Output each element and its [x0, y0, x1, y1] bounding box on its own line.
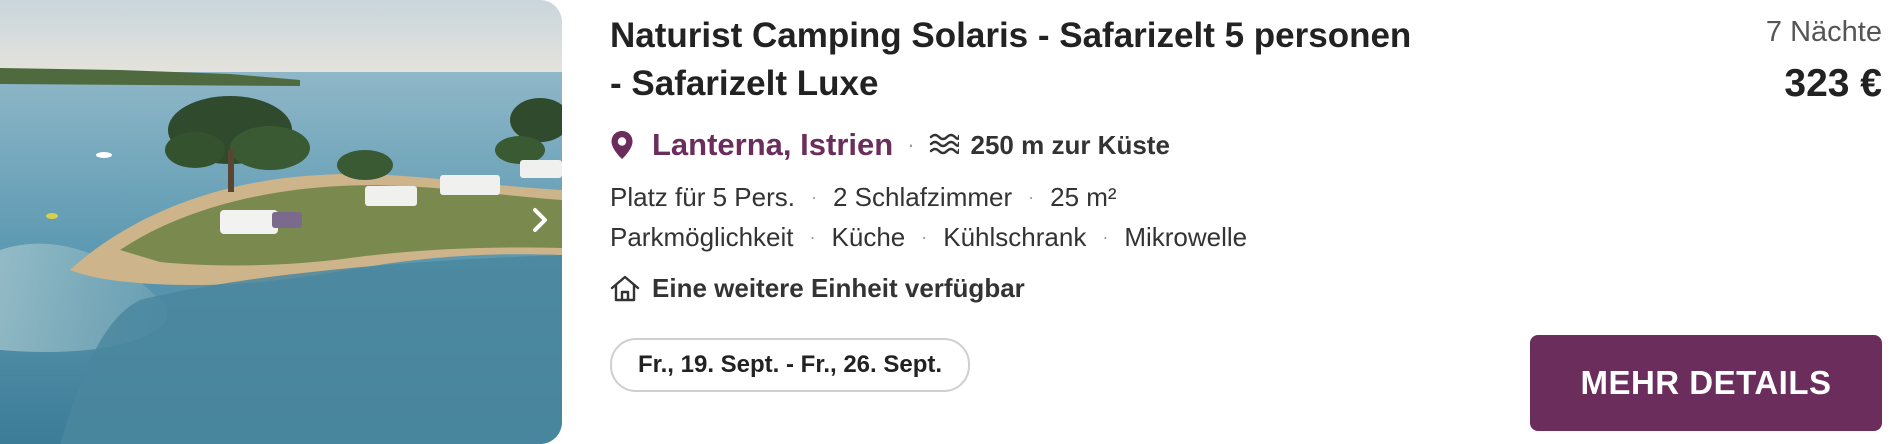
separator-dot: · — [907, 132, 915, 157]
location-row: Lanterna, Istrien · 250 m zur Küste — [610, 122, 1170, 168]
location-name[interactable]: Lanterna, Istrien — [652, 127, 893, 163]
separator-dot: · — [809, 226, 816, 247]
capacity: Platz für 5 Pers. — [610, 181, 795, 212]
amenity-fridge: Kühlschrank — [943, 221, 1087, 252]
chevron-right-icon — [533, 208, 547, 232]
photo-next-button[interactable] — [520, 200, 560, 240]
waves-icon — [929, 130, 961, 160]
bedrooms: 2 Schlafzimmer — [832, 181, 1013, 212]
house-icon — [610, 272, 642, 304]
room-info-row: Platz für 5 Pers. · 2 Schlafzimmer · 25 … — [610, 179, 1117, 215]
separator-dot: · — [921, 226, 928, 247]
coast-distance: 250 m zur Küste — [970, 129, 1170, 160]
area: 25 m² — [1050, 181, 1117, 212]
total-price: 323 € — [1784, 62, 1882, 105]
date-range-chip[interactable]: Fr., 19. Sept. - Fr., 26. Sept. — [610, 338, 970, 392]
amenity-microwave: Mikrowelle — [1124, 221, 1248, 252]
amenities-row: Parkmöglichkeit · Küche · Kühlschrank · … — [610, 219, 1247, 255]
nights-count: 7 Nächte — [1765, 16, 1882, 48]
availability-text: Eine weitere Einheit verfügbar — [652, 272, 1025, 303]
separator-dot: · — [1028, 186, 1035, 207]
amenity-parking: Parkmöglichkeit — [610, 221, 794, 252]
more-details-button[interactable]: MEHR DETAILS — [1530, 335, 1882, 431]
separator-dot: · — [810, 186, 817, 207]
separator-dot: · — [1102, 226, 1109, 247]
amenity-kitchen: Küche — [831, 221, 906, 252]
listing-card: Naturist Camping Solaris - Safarizelt 5 … — [0, 0, 1898, 444]
listing-photo[interactable] — [0, 0, 562, 444]
listing-title[interactable]: Naturist Camping Solaris - Safarizelt 5 … — [610, 12, 1430, 108]
campsite-aerial-image — [0, 0, 562, 444]
availability-row: Eine weitere Einheit verfügbar — [610, 268, 1025, 308]
map-pin-icon — [610, 129, 640, 161]
